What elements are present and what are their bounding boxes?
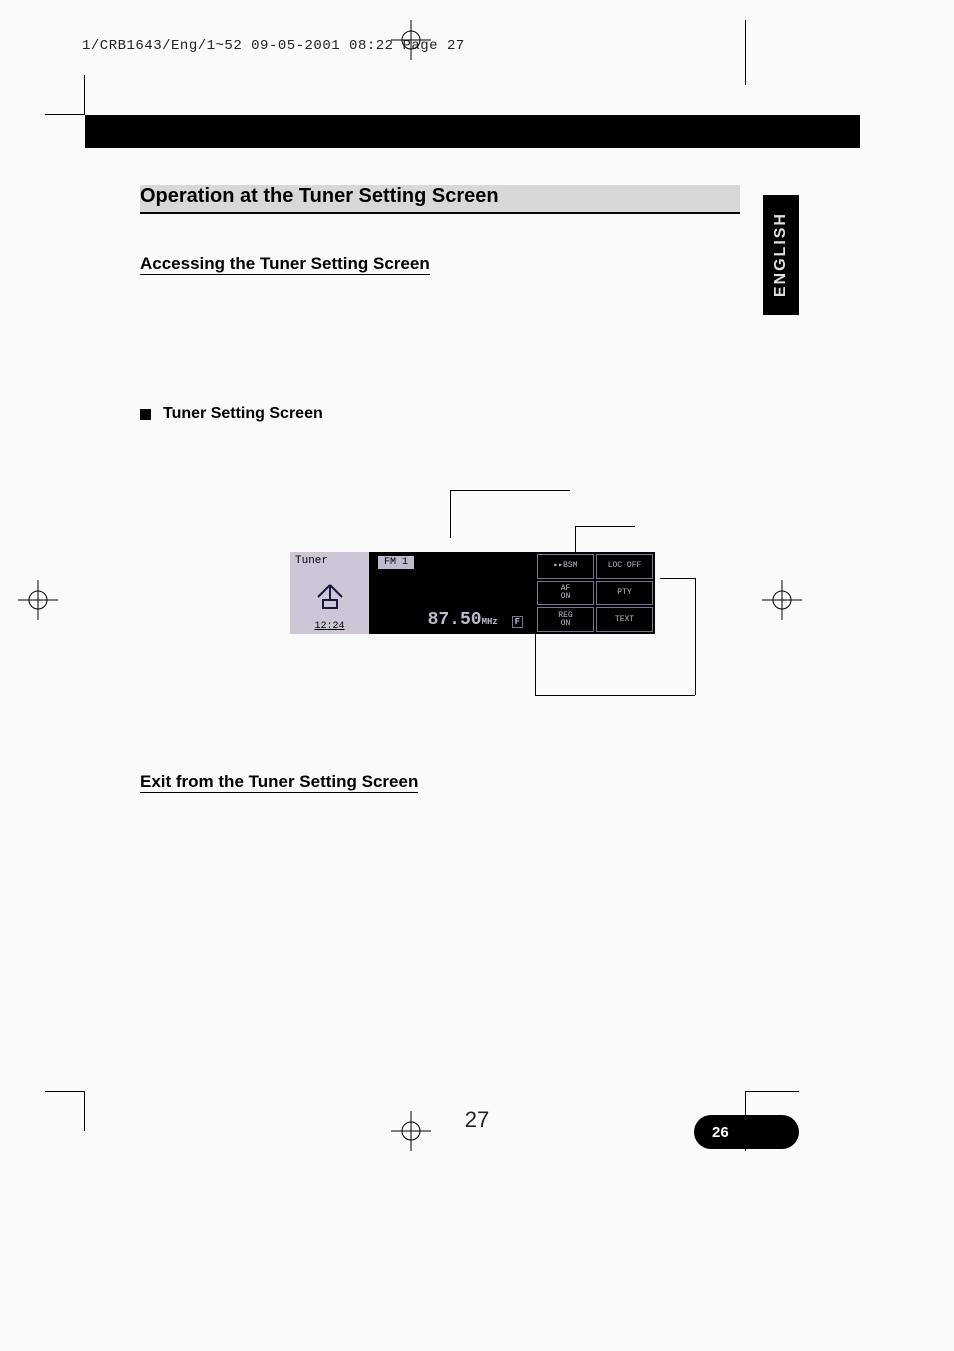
- tuner-screen: Tuner 12:24 FM 1 87.50MHz F ▸▸BSM LOC OF…: [290, 552, 655, 634]
- registration-mark-top: [391, 20, 431, 65]
- reg-on-button[interactable]: REG ON: [537, 607, 594, 632]
- top-black-bar: [85, 115, 860, 148]
- callout-line: [450, 490, 570, 491]
- bullet-row: Tuner Setting Screen: [140, 405, 740, 423]
- pty-button[interactable]: PTY: [596, 581, 653, 606]
- tuner-figure: Tuner 12:24 FM 1 87.50MHz F ▸▸BSM LOC OF…: [290, 490, 695, 710]
- callout-line: [575, 526, 635, 527]
- registration-mark-left: [18, 580, 58, 625]
- callout-line: [535, 695, 625, 696]
- subsection-exit: Exit from the Tuner Setting Screen: [140, 772, 418, 793]
- callout-line: [625, 695, 695, 696]
- f-flag: F: [512, 616, 523, 628]
- registration-mark-right: [762, 580, 802, 625]
- tuner-left-panel: Tuner 12:24: [290, 552, 370, 634]
- crop-mark-tr: [745, 20, 746, 85]
- callout-line: [695, 578, 696, 695]
- footer-page-number: 27: [0, 1107, 954, 1133]
- text-button[interactable]: TEXT: [596, 607, 653, 632]
- tuner-button-grid: ▸▸BSM LOC OFF AF ON PTY REG ON TEXT: [535, 552, 655, 634]
- tuner-label: Tuner: [290, 552, 369, 570]
- antenna-icon: [290, 570, 369, 621]
- af-on-button[interactable]: AF ON: [537, 581, 594, 606]
- section-title: Operation at the Tuner Setting Screen: [140, 185, 740, 214]
- crop-mark-tl: [45, 75, 85, 115]
- language-label: ENGLISH: [772, 212, 790, 297]
- bullet-square-icon: [140, 409, 151, 420]
- subsection-accessing: Accessing the Tuner Setting Screen: [140, 254, 430, 275]
- crop-mark-br-h: [746, 1091, 799, 1092]
- tuner-mid-panel: FM 1 87.50MHz F: [370, 552, 535, 634]
- main-content: Operation at the Tuner Setting Screen Ac…: [140, 185, 740, 423]
- clock-value: 12:24: [290, 621, 369, 634]
- language-tab: ENGLISH: [763, 195, 799, 315]
- callout-line: [535, 630, 536, 695]
- callout-line: [450, 490, 451, 538]
- loc-off-button[interactable]: LOC OFF: [596, 554, 653, 579]
- subsection-exit-wrap: Exit from the Tuner Setting Screen: [140, 740, 418, 793]
- callout-line: [660, 578, 695, 579]
- bullet-label: Tuner Setting Screen: [163, 405, 323, 423]
- frequency-value: 87.50MHz F: [378, 610, 527, 630]
- bsm-button[interactable]: ▸▸BSM: [537, 554, 594, 579]
- band-indicator: FM 1: [378, 556, 414, 569]
